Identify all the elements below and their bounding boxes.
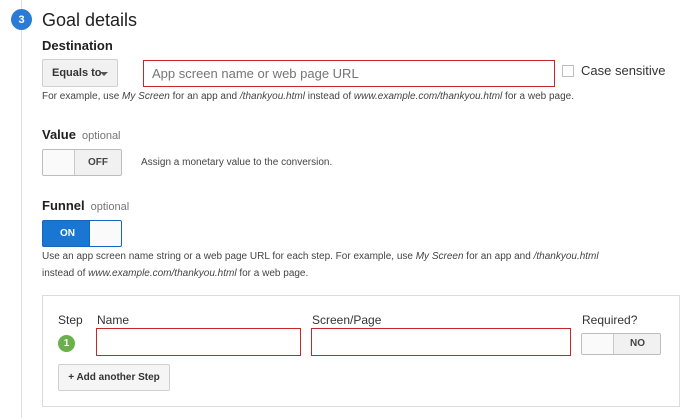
step-name-input[interactable] — [96, 328, 301, 356]
funnel-help-text: Use an app screen name string or a web p… — [42, 251, 599, 279]
funnel-step-number: 1 — [58, 335, 75, 352]
step-screen-page-input[interactable] — [311, 328, 571, 356]
section-title: Goal details — [42, 10, 138, 30]
value-description: Assign a monetary value to the conversio… — [141, 157, 333, 168]
step-required-toggle[interactable]: NO — [581, 333, 661, 355]
destination-url-input[interactable]: App screen name or web page URL — [143, 60, 555, 87]
step-required-state: NO — [630, 338, 645, 349]
value-toggle-state: OFF — [88, 157, 108, 168]
toggle-knob — [43, 150, 75, 175]
col-header-name: Name — [97, 313, 130, 327]
funnel-optional-tag: optional — [90, 201, 130, 213]
col-header-required: Required? — [582, 313, 638, 327]
case-sensitive-label: Case sensitive — [581, 63, 666, 78]
col-header-screen-page: Screen/Page — [312, 313, 382, 327]
funnel-toggle[interactable]: ON — [42, 220, 122, 247]
match-type-value: Equals to — [52, 67, 102, 79]
destination-placeholder: App screen name or web page URL — [152, 66, 359, 81]
value-optional-tag: optional — [81, 130, 121, 142]
toggle-knob — [89, 221, 121, 246]
col-header-step: Step — [58, 313, 83, 327]
caret-down-icon — [100, 72, 108, 76]
match-type-dropdown[interactable]: Equals to — [42, 59, 118, 87]
toggle-knob — [582, 334, 614, 354]
value-label: Value optional — [42, 127, 121, 142]
section-number-badge: 3 — [11, 9, 32, 30]
funnel-toggle-state: ON — [60, 228, 75, 239]
destination-label: Destination — [42, 38, 113, 53]
section-connector-line — [21, 0, 22, 418]
destination-help-text: For example, use My Screen for an app an… — [42, 91, 574, 102]
funnel-label: Funnel optional — [42, 198, 130, 213]
case-sensitive-checkbox[interactable] — [562, 65, 574, 77]
add-another-step-button[interactable]: + Add another Step — [58, 364, 170, 391]
value-toggle[interactable]: OFF — [42, 149, 122, 176]
